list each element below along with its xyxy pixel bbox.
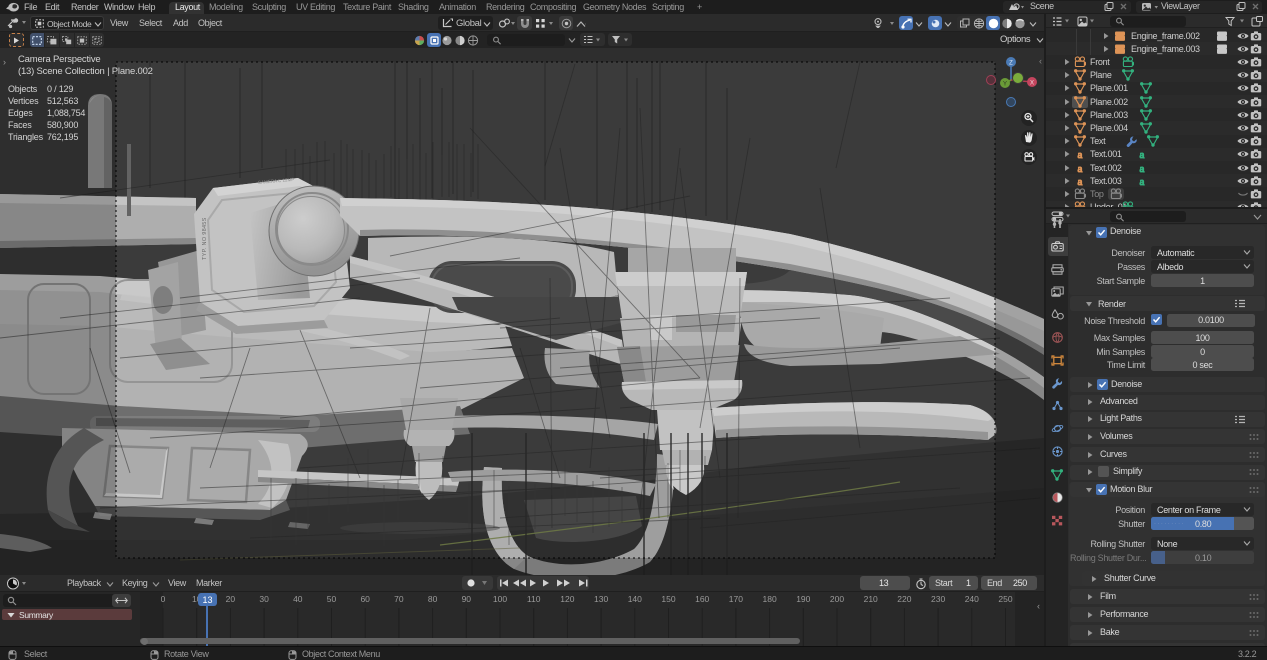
svg-text:250: 250 bbox=[998, 594, 1012, 604]
svg-text:Objects: Objects bbox=[8, 84, 38, 94]
svg-text:X: X bbox=[1030, 81, 1034, 87]
svg-text:40: 40 bbox=[293, 594, 303, 604]
svg-text:240: 240 bbox=[965, 594, 979, 604]
svg-text:140: 140 bbox=[628, 594, 642, 604]
svg-text:100: 100 bbox=[493, 594, 507, 604]
svg-text:90: 90 bbox=[462, 594, 472, 604]
svg-text:110: 110 bbox=[527, 594, 541, 604]
svg-text:Camera Perspective: Camera Perspective bbox=[18, 54, 100, 65]
svg-text:120: 120 bbox=[560, 594, 574, 604]
svg-text:(13) Scene Collection | Plane.: (13) Scene Collection | Plane.002 bbox=[18, 66, 153, 77]
svg-text:190: 190 bbox=[796, 594, 810, 604]
svg-text:TYP. NO 9845S: TYP. NO 9845S bbox=[202, 217, 208, 260]
svg-text:13: 13 bbox=[202, 595, 212, 605]
svg-text:Edges: Edges bbox=[8, 108, 33, 118]
svg-text:130: 130 bbox=[594, 594, 608, 604]
svg-text:Y: Y bbox=[1003, 82, 1007, 88]
svg-text:20: 20 bbox=[226, 594, 236, 604]
svg-text:180: 180 bbox=[763, 594, 777, 604]
svg-text:Triangles: Triangles bbox=[8, 132, 44, 142]
svg-text:70: 70 bbox=[394, 594, 404, 604]
svg-text:‹: ‹ bbox=[1039, 56, 1042, 66]
svg-text:›: › bbox=[3, 57, 6, 67]
svg-text:0: 0 bbox=[161, 594, 166, 604]
svg-text:60: 60 bbox=[360, 594, 370, 604]
svg-text:Faces: Faces bbox=[8, 120, 32, 130]
svg-text:Vertices: Vertices bbox=[8, 96, 39, 106]
svg-text:50: 50 bbox=[327, 594, 337, 604]
svg-text:30: 30 bbox=[259, 594, 269, 604]
svg-text:Z: Z bbox=[1009, 61, 1013, 67]
svg-text:160: 160 bbox=[695, 594, 709, 604]
svg-text:170: 170 bbox=[729, 594, 743, 604]
svg-text:1,088,754: 1,088,754 bbox=[47, 108, 85, 118]
svg-text:200: 200 bbox=[830, 594, 844, 604]
svg-text:80: 80 bbox=[428, 594, 438, 604]
svg-text:762,195: 762,195 bbox=[47, 132, 78, 142]
svg-text:150: 150 bbox=[661, 594, 675, 604]
svg-text:580,900: 580,900 bbox=[47, 120, 78, 130]
svg-text:512,563: 512,563 bbox=[47, 96, 78, 106]
svg-text:230: 230 bbox=[931, 594, 945, 604]
svg-text:0 / 129: 0 / 129 bbox=[47, 84, 73, 94]
svg-text:220: 220 bbox=[897, 594, 911, 604]
svg-text:210: 210 bbox=[864, 594, 878, 604]
